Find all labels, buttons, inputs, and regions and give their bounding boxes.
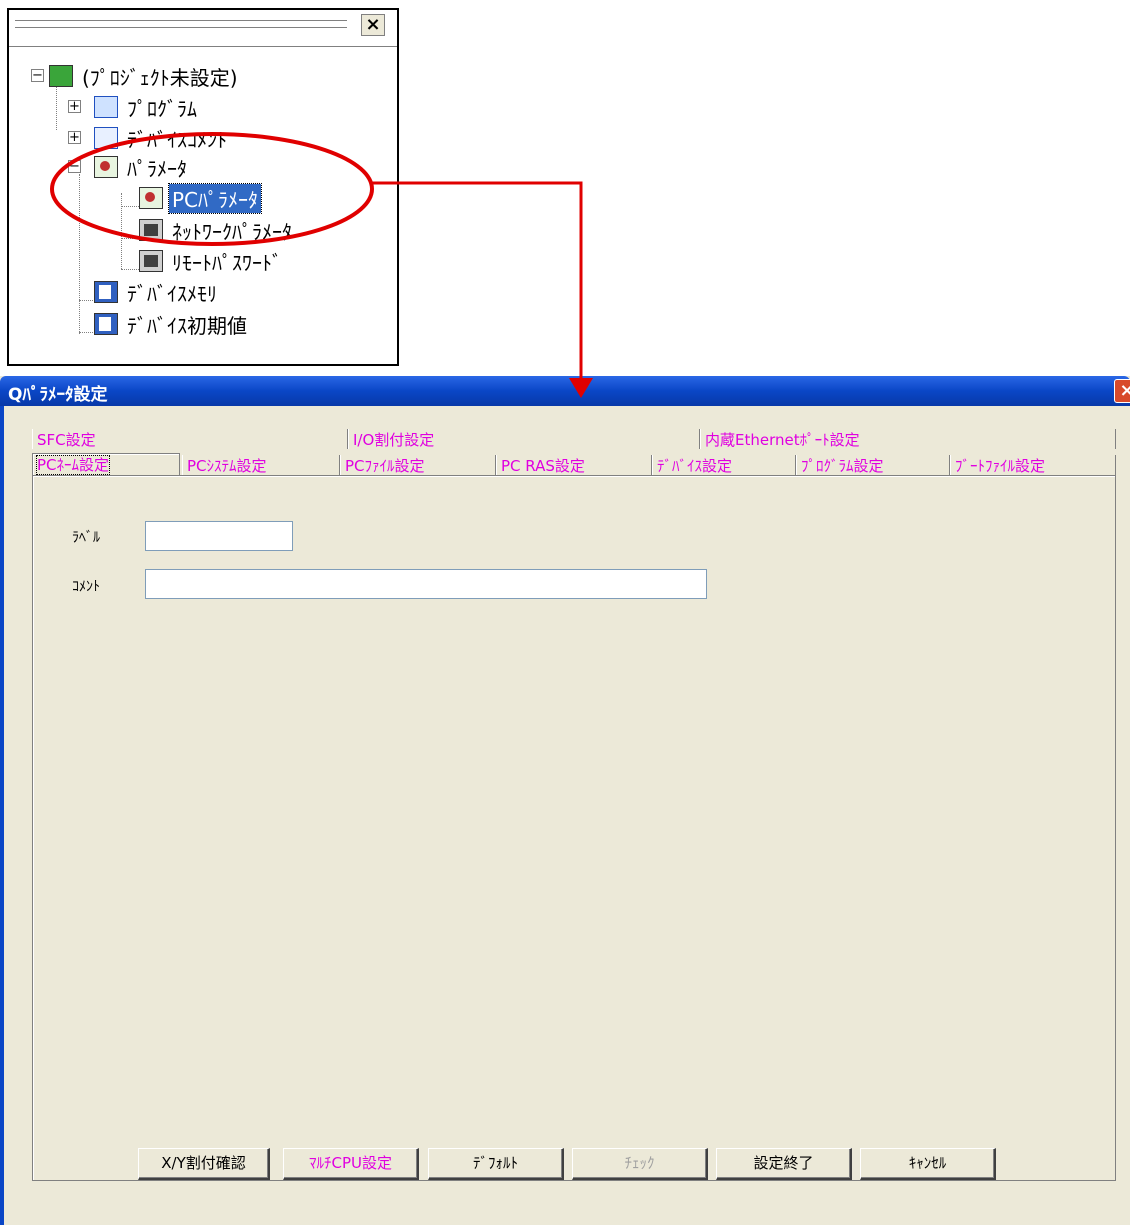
tab-pc-name[interactable]: PCﾈｰﾑ設定 bbox=[32, 453, 180, 476]
dialog-left-border bbox=[0, 406, 4, 1225]
tab-sfc-settings[interactable]: SFC設定 bbox=[32, 429, 348, 449]
expand-program-toggle[interactable]: + bbox=[68, 100, 81, 113]
pc-parameter-icon bbox=[139, 187, 163, 209]
tree-item-device-memory[interactable]: ﾃﾞﾊﾞｲｽﾒﾓﾘ bbox=[94, 278, 220, 306]
multi-cpu-settings-button[interactable]: ﾏﾙﾁCPU設定 bbox=[283, 1148, 419, 1180]
label-field[interactable] bbox=[145, 521, 293, 551]
panel-close-button[interactable]: × bbox=[361, 14, 385, 36]
parameter-icon bbox=[94, 156, 118, 178]
device-comment-icon bbox=[94, 127, 118, 149]
tree-item-device-comment[interactable]: ﾃﾞﾊﾞｲｽｺﾒﾝﾄ bbox=[94, 124, 230, 152]
tree-item-network-parameter[interactable]: ﾈｯﾄﾜｰｸﾊﾟﾗﾒｰﾀ bbox=[139, 216, 295, 244]
tab-pc-system[interactable]: PCｼｽﾃﾑ設定 bbox=[182, 455, 340, 475]
cancel-button[interactable]: ｷｬﾝｾﾙ bbox=[860, 1148, 996, 1180]
check-button: ﾁｪｯｸ bbox=[572, 1148, 708, 1180]
finish-settings-button[interactable]: 設定終了 bbox=[716, 1148, 852, 1180]
device-memory-icon bbox=[94, 281, 118, 303]
panel-separator bbox=[9, 46, 397, 47]
tree-item-project[interactable]: (ﾌﾟﾛｼﾞｪｸﾄ未設定) bbox=[49, 62, 241, 90]
collapse-project-toggle[interactable]: − bbox=[31, 69, 44, 82]
tab-io-assignment[interactable]: I/O割付設定 bbox=[348, 429, 700, 449]
tree-item-pc-parameter[interactable]: PCﾊﾟﾗﾒｰﾀ bbox=[139, 182, 263, 214]
tab-program[interactable]: ﾌﾟﾛｸﾞﾗﾑ設定 bbox=[796, 455, 950, 475]
tab-device[interactable]: ﾃﾞﾊﾞｲｽ設定 bbox=[652, 455, 796, 475]
tree-item-parameter[interactable]: ﾊﾟﾗﾒｰﾀ bbox=[94, 153, 190, 181]
xy-assignment-check-button[interactable]: X/Y割付確認 bbox=[138, 1148, 270, 1180]
default-button[interactable]: ﾃﾞﾌｫﾙﾄ bbox=[428, 1148, 564, 1180]
tree-item-device-initial-value[interactable]: ﾃﾞﾊﾞｲｽ初期値 bbox=[94, 310, 250, 338]
label-caption: ﾗﾍﾞﾙ bbox=[72, 530, 100, 546]
tab-pc-ras[interactable]: PC RAS設定 bbox=[496, 455, 652, 475]
tab-ethernet-port[interactable]: 内蔵Ethernetﾎﾟｰﾄ設定 bbox=[700, 429, 1116, 449]
tab-boot-file[interactable]: ﾌﾞｰﾄﾌｧｲﾙ設定 bbox=[950, 455, 1116, 475]
tree-item-remote-password[interactable]: ﾘﾓｰﾄﾊﾟｽﾜｰﾄﾞ bbox=[139, 247, 285, 275]
expand-device-comment-toggle[interactable]: + bbox=[68, 131, 81, 144]
remote-password-icon bbox=[139, 250, 163, 272]
q-parameter-dialog: Qﾊﾟﾗﾒｰﾀ設定 × SFC設定 I/O割付設定 内蔵Ethernetﾎﾟｰﾄ… bbox=[0, 376, 1130, 1225]
panel-grip[interactable] bbox=[15, 20, 347, 28]
project-icon bbox=[49, 65, 73, 87]
device-initial-value-icon bbox=[94, 313, 118, 335]
collapse-parameter-toggle[interactable]: − bbox=[68, 160, 81, 173]
comment-caption: ｺﾒﾝﾄ bbox=[72, 579, 100, 595]
tab-pc-file[interactable]: PCﾌｧｲﾙ設定 bbox=[340, 455, 496, 475]
dialog-close-button[interactable]: × bbox=[1114, 379, 1130, 403]
dialog-title: Qﾊﾟﾗﾒｰﾀ設定 bbox=[8, 385, 108, 405]
dialog-title-bar[interactable]: Qﾊﾟﾗﾒｰﾀ設定 × bbox=[0, 376, 1130, 406]
project-tree-panel: × − + + − (ﾌﾟﾛｼﾞｪｸﾄ未設定) ﾌﾟﾛｸﾞﾗﾑ ﾃﾞﾊﾞｲｽｺﾒ… bbox=[7, 8, 399, 366]
tree-item-program[interactable]: ﾌﾟﾛｸﾞﾗﾑ bbox=[94, 93, 200, 121]
network-parameter-icon bbox=[139, 219, 163, 241]
comment-field[interactable] bbox=[145, 569, 707, 599]
program-icon bbox=[94, 96, 118, 118]
callout-arrow-line bbox=[372, 181, 583, 382]
